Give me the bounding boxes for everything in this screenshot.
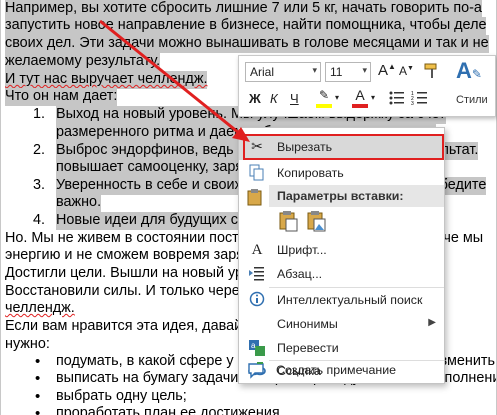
list-number: 1.	[33, 106, 46, 122]
smart-lookup-icon	[248, 291, 266, 309]
doc-line: своих дел. Эти задачи можно вынашивать в…	[5, 35, 489, 53]
paste-icon	[246, 188, 264, 206]
bullet-dot: •	[35, 370, 41, 387]
mini-toolbar: Arial ▾ 11 ▾ A▲ A▼ A✎ Стили Ж К Ч ✎ ▾ A …	[238, 55, 496, 117]
doc-line: Например, вы хотите сбросить лишние 7 ил…	[5, 0, 482, 18]
highlighter-icon: ✎	[318, 88, 330, 102]
list-number: 3.	[33, 177, 46, 193]
highlight-color-button[interactable]: ✎	[314, 87, 334, 109]
doc-line: желаемому результату.	[5, 53, 161, 71]
context-menu: ✂ Вырезать Копировать Параметры вставки:…	[238, 127, 445, 384]
paste-options-header: Параметры вставки:	[269, 185, 444, 207]
menu-item-synonyms[interactable]: Синонимы ▶	[239, 312, 444, 336]
chevron-down-icon: ▾	[312, 65, 317, 75]
doc-line: Что он нам дает:	[5, 88, 118, 106]
styles-icon[interactable]: A✎	[453, 58, 485, 88]
svg-text:a: a	[251, 341, 256, 350]
list-item: важно.	[56, 194, 102, 212]
bullet-dot: •	[35, 353, 41, 370]
font-color-button[interactable]: A	[351, 87, 369, 109]
grow-font-button[interactable]: A▲	[378, 62, 396, 79]
shrink-font-button[interactable]: A▼	[399, 64, 414, 78]
comment-icon	[247, 361, 265, 379]
underline-button[interactable]: Ч	[290, 91, 299, 106]
doc-line: челлендж.	[5, 300, 75, 316]
chevron-right-icon: ▶	[428, 317, 436, 328]
bullet-dot: •	[35, 388, 41, 405]
font-name-combo[interactable]: Arial ▾	[245, 62, 321, 82]
menu-item-paragraph[interactable]: Абзац...	[239, 262, 444, 286]
font-size-value: 11	[330, 65, 343, 79]
synonyms-icon	[248, 315, 266, 333]
paste-picture-icon[interactable]	[307, 210, 327, 232]
numbering-icon[interactable]: 123	[411, 89, 429, 107]
bullet-item: проработать план ее достижения	[56, 405, 280, 415]
bullet-item: выбрать одну цель;	[56, 388, 187, 404]
bullet-dot: •	[35, 405, 41, 415]
cut-highlight-box	[243, 134, 444, 160]
menu-item-smart-lookup[interactable]: Интеллектуальный поиск	[239, 288, 444, 312]
chevron-down-icon: ▾	[362, 65, 367, 75]
doc-line: нужно:	[5, 336, 50, 352]
chevron-down-icon[interactable]: ▾	[335, 93, 339, 102]
font-name-value: Arial	[250, 65, 275, 79]
paragraph-icon	[248, 265, 266, 283]
doc-line: запустить новое направление в бизнесе, н…	[5, 17, 487, 35]
font-size-combo[interactable]: 11 ▾	[325, 62, 371, 82]
menu-item-translate[interactable]: a Перевести	[239, 336, 444, 360]
translate-icon: a	[248, 339, 266, 357]
menu-item-new-comment[interactable]: Создать примечание	[238, 358, 443, 382]
bold-button[interactable]: Ж	[249, 91, 261, 106]
svg-text:3: 3	[411, 101, 414, 107]
paste-keep-source-icon[interactable]	[279, 210, 299, 232]
chevron-down-icon[interactable]: ▾	[371, 93, 375, 102]
italic-button[interactable]: К	[270, 91, 278, 106]
bullets-icon[interactable]	[388, 89, 406, 107]
copy-icon	[248, 164, 266, 182]
menu-item-copy[interactable]: Копировать	[239, 161, 444, 185]
styles-label[interactable]: Стили	[456, 94, 488, 106]
format-painter-icon[interactable]	[421, 62, 443, 82]
doc-line: И тут нас выручает челлендж.	[5, 71, 208, 89]
menu-item-font[interactable]: A Шрифт...	[239, 238, 444, 262]
font-icon: A	[251, 242, 263, 258]
list-number: 4.	[33, 212, 46, 228]
list-number: 2.	[33, 142, 46, 158]
